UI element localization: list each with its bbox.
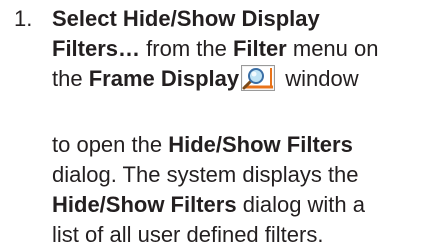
body-text: menu on bbox=[286, 36, 379, 61]
step-paragraph-1: Select Hide/Show Display Filters… from t… bbox=[52, 4, 424, 94]
instruction-step: 1. Select Hide/Show Display Filters… fro… bbox=[0, 0, 430, 247]
body-text: dialog. The system displays the bbox=[52, 162, 359, 187]
step-number: 1. bbox=[14, 6, 33, 31]
dialog-name: Hide/Show Filters bbox=[168, 132, 353, 157]
window-name: Frame Display bbox=[88, 66, 240, 91]
menu-item-name: Select Hide/Show Display bbox=[52, 6, 320, 31]
text-line: Filters… from the Filter menu on bbox=[52, 34, 424, 64]
body-text: to open the bbox=[52, 132, 169, 157]
body-text: window bbox=[279, 66, 359, 91]
dialog-name: Hide/Show Filters bbox=[52, 192, 237, 217]
body-text: list of all user defined filters. bbox=[52, 222, 324, 247]
text-line: dialog. The system displays the bbox=[52, 160, 424, 190]
menu-name: Filter bbox=[232, 36, 287, 61]
body-text: dialog with a bbox=[236, 192, 366, 217]
magnifier-icon bbox=[241, 65, 276, 91]
text-line: to open the Hide/Show Filters bbox=[52, 130, 424, 160]
text-line: the Frame Display window bbox=[52, 64, 424, 94]
step-paragraph-2: to open the Hide/Show Filters dialog. Th… bbox=[52, 130, 424, 250]
body-text: from the bbox=[140, 36, 233, 61]
text-line: list of all user defined filters. bbox=[52, 220, 424, 250]
text-line: Select Hide/Show Display bbox=[52, 4, 424, 34]
body-text: the bbox=[52, 66, 89, 91]
menu-item-name: Filters… bbox=[52, 36, 141, 61]
text-line: Hide/Show Filters dialog with a bbox=[52, 190, 424, 220]
